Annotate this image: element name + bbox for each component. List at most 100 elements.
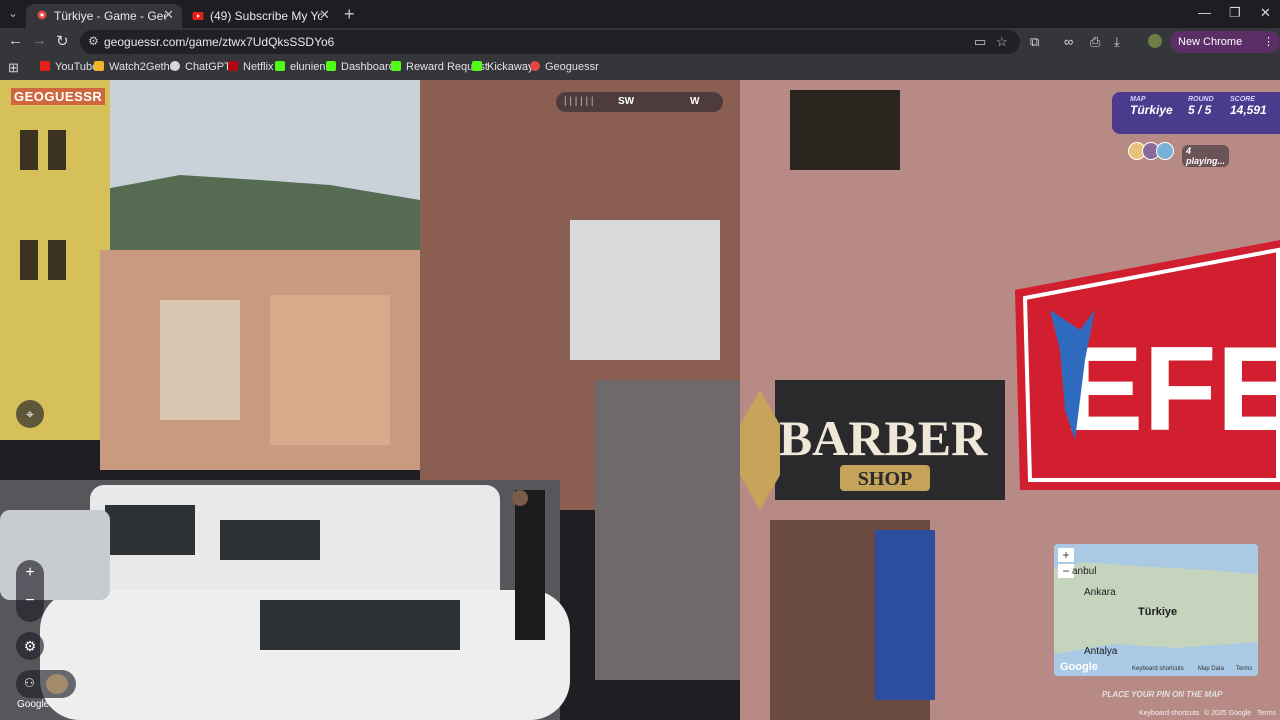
score-value: 14,591 — [1230, 103, 1267, 117]
restore-icon[interactable]: ❐ — [1229, 5, 1241, 21]
bookmark-star-icon[interactable]: ☆ — [996, 34, 1008, 50]
bookmark-label: Kickaway — [487, 61, 534, 73]
bookmark-label: Geoguessr — [545, 61, 599, 73]
compass-w: W — [690, 96, 700, 107]
print-icon[interactable]: ⎙ — [1090, 34, 1100, 50]
bookmark-watch2gether[interactable]: Watch2Gether — [94, 61, 180, 73]
minimize-icon[interactable]: — — [1198, 5, 1211, 20]
map-label-ankara: Ankara — [1084, 587, 1116, 598]
zoom-in-button[interactable]: + — [16, 564, 44, 582]
efe-sign-text: EFE — [1063, 322, 1280, 456]
google-attribution: Google — [17, 699, 50, 710]
bookmark-label: Dashboard — [341, 61, 395, 73]
browser-toolbar: ← → ↻ ⚙ geoguessr.com/game/ztwx7UdQksSSD… — [0, 28, 1280, 70]
menu-dots-icon[interactable]: ⋮ — [1263, 31, 1274, 53]
kick-icon — [275, 61, 285, 71]
download-icon[interactable]: ⤓ — [1114, 34, 1120, 50]
map-label-istanbul: anbul — [1072, 566, 1097, 577]
bookmarks-bar: ⊞ YouTube Watch2Gether ChatGPT Netflix e… — [0, 56, 1280, 81]
address-bar[interactable]: ⚙ geoguessr.com/game/ztwx7UdQksSSDYo6 ▭ … — [80, 30, 1020, 54]
youtube-icon — [40, 61, 50, 71]
people-icon: ⚇ — [24, 676, 35, 690]
close-window-icon[interactable]: ✕ — [1260, 5, 1271, 21]
zoom-controls: + − — [16, 560, 44, 622]
bookmark-geoguessr[interactable]: Geoguessr — [530, 61, 599, 73]
askar-sign — [790, 90, 900, 170]
compass-ticks: | | | | | | — [564, 96, 594, 107]
ac-units — [570, 220, 720, 360]
reload-icon[interactable]: ↻ — [56, 32, 69, 50]
minimap-zoom-in-button[interactable]: + — [1058, 548, 1074, 562]
zoom-out-button[interactable]: − — [16, 592, 44, 610]
tab-youtube[interactable]: (49) Subscribe My YouTube Cha ✕ — [182, 4, 338, 28]
youtube-favicon-icon — [192, 12, 204, 20]
netflix-icon — [228, 61, 238, 71]
kick-icon — [472, 61, 482, 71]
players-count-text: 4 playing... — [1182, 145, 1229, 167]
bookmark-dashboard[interactable]: Dashboard — [326, 61, 395, 73]
cast-icon[interactable]: ▭ — [974, 34, 986, 50]
link-icon[interactable]: ∞ — [1064, 34, 1073, 49]
party-avatar — [46, 674, 68, 694]
close-tab-icon[interactable]: ✕ — [319, 7, 330, 23]
barber-sign-text: BARBER — [779, 410, 988, 466]
geoguessr-favicon-icon — [37, 10, 47, 20]
kick-icon — [326, 61, 336, 71]
round-value: 5 / 5 — [1188, 103, 1212, 117]
kick-icon — [391, 61, 401, 71]
extensions-icon[interactable]: ⧉ — [1030, 34, 1039, 50]
compass: SW W | | | | | | — [556, 92, 723, 112]
site-info-icon[interactable]: ⚙ — [88, 34, 99, 48]
geoguessr-icon — [530, 61, 540, 71]
bookmark-elunien[interactable]: elunien — [275, 61, 325, 73]
terms-link[interactable]: Terms — [1257, 710, 1276, 717]
forward-icon[interactable]: → — [32, 32, 47, 49]
bookmark-label: Netflix — [243, 61, 274, 73]
tab-title: Türkiye - Game - GeoGuessr — [54, 9, 166, 23]
score-label: SCORE — [1230, 96, 1255, 103]
bookmark-kickaway[interactable]: Kickaway — [472, 61, 533, 73]
tab-search-button[interactable]: ⌄ — [4, 5, 22, 23]
minimap-google-logo: Google — [1060, 661, 1098, 673]
map-label: MAP — [1130, 96, 1146, 103]
tab-title: (49) Subscribe My YouTube Cha — [210, 9, 322, 23]
url-text[interactable]: geoguessr.com/game/ztwx7UdQksSSDYo6 — [104, 35, 334, 49]
copyright-text: © 2025 Google — [1204, 710, 1252, 717]
players-indicator[interactable]: 4 playing... — [1128, 142, 1229, 167]
bookmark-label: ChatGPT — [185, 61, 231, 73]
guess-minimap[interactable]: + − anbul Ankara Türkiye Antalya Google … — [1054, 544, 1258, 676]
return-to-start-icon[interactable]: ⌖ — [16, 400, 44, 428]
minimap-terms[interactable]: Terms — [1236, 666, 1252, 672]
geoguessr-logo: GEOGUESSR — [11, 88, 106, 105]
back-icon[interactable]: ← — [8, 32, 23, 49]
bookmark-label: YouTube — [55, 61, 99, 73]
bookmark-chatgpt[interactable]: ChatGPT — [170, 61, 231, 73]
shop-sign-text: SHOP — [858, 468, 912, 490]
street-view-panorama[interactable]: BARBER SHOP EFE GEOGUESSR SW W | | | | |… — [0, 80, 1280, 720]
compass-sw: SW — [618, 96, 635, 107]
place-pin-hint: PLACE YOUR PIN ON THE MAP — [1102, 690, 1223, 699]
watch2gether-icon — [94, 61, 104, 71]
bookmark-youtube[interactable]: YouTube — [40, 61, 98, 73]
minimap-keyboard-shortcuts[interactable]: Keyboard shortcuts — [1132, 666, 1184, 672]
map-label-turkiye: Türkiye — [1138, 606, 1178, 618]
bookmark-label: Watch2Gether — [109, 61, 180, 73]
new-tab-button[interactable]: + — [344, 4, 355, 25]
bookmark-label: elunien — [290, 61, 326, 73]
settings-gear-icon[interactable]: ⚙ — [16, 632, 44, 660]
tab-geoguessr[interactable]: Türkiye - Game - GeoGuessr ✕ — [26, 4, 182, 28]
pedestrian — [515, 490, 545, 640]
apps-grid-icon[interactable]: ⊞ — [8, 60, 19, 76]
player-avatar — [1156, 142, 1174, 160]
profile-avatar[interactable] — [1148, 34, 1162, 48]
map-label-antalya: Antalya — [1084, 646, 1118, 657]
map-value: Türkiye — [1130, 103, 1173, 117]
new-chrome-available-button[interactable]: New Chrome available ⋮ — [1170, 31, 1280, 70]
party-button[interactable]: ⚇ — [16, 670, 76, 698]
close-tab-icon[interactable]: ✕ — [163, 7, 174, 23]
round-label: ROUND — [1188, 96, 1214, 103]
keyboard-shortcuts-link[interactable]: Keyboard shortcuts — [1139, 710, 1199, 717]
tab-strip: ⌄ Türkiye - Game - GeoGuessr ✕ (49) Subs… — [0, 0, 1280, 28]
bookmark-netflix[interactable]: Netflix — [228, 61, 274, 73]
minimap-map-data[interactable]: Map Data — [1198, 666, 1224, 672]
